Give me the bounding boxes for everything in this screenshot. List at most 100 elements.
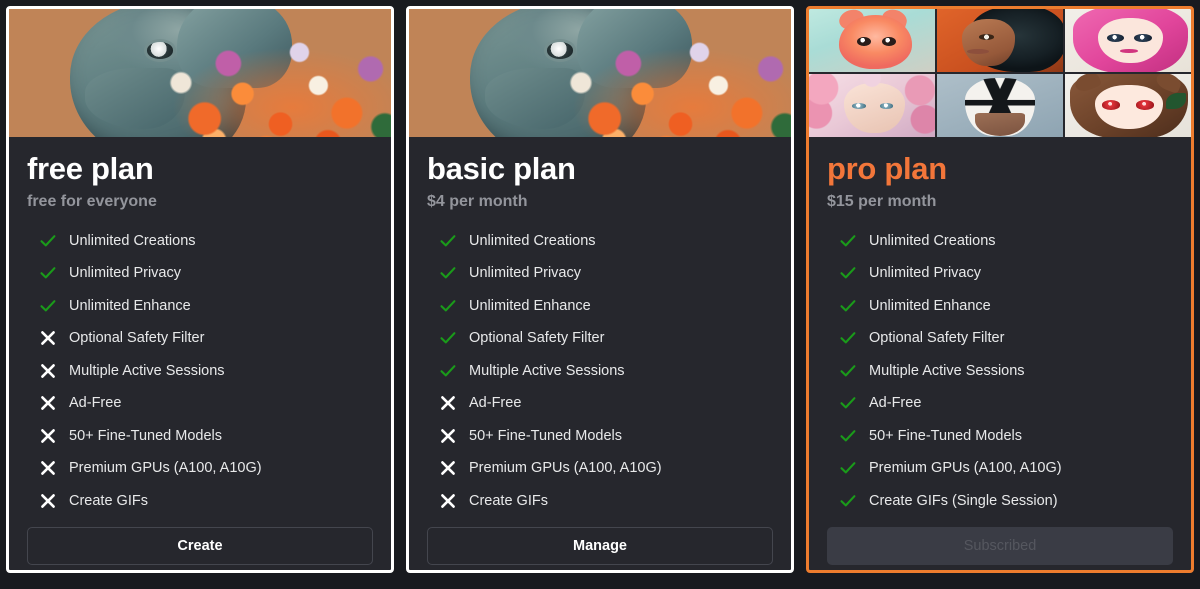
feature-item: 50+ Fine-Tuned Models — [27, 420, 373, 453]
feature-label: Ad-Free — [469, 395, 522, 412]
cross-icon — [439, 492, 457, 510]
check-icon — [439, 297, 457, 315]
feature-label: Optional Safety Filter — [69, 330, 205, 347]
feature-item: Premium GPUs (A100, A10G) — [427, 452, 773, 485]
plan-card-free: free plan free for everyone Unlimited Crea… — [6, 6, 394, 573]
feature-label: Multiple Active Sessions — [69, 362, 225, 379]
feature-label: Unlimited Creations — [469, 232, 596, 249]
cross-icon — [39, 492, 57, 510]
cross-icon — [39, 329, 57, 347]
cross-icon — [439, 427, 457, 445]
check-icon — [839, 459, 857, 477]
feature-item: 50+ Fine-Tuned Models — [827, 420, 1173, 453]
plan-card-pro: pro plan $15 per month Unlimited Creations… — [806, 6, 1194, 573]
cross-icon — [439, 394, 457, 412]
feature-label: Unlimited Enhance — [869, 297, 991, 314]
feature-item: Unlimited Creations — [827, 225, 1173, 258]
plan-price: free for everyone — [27, 192, 157, 210]
feature-label: Unlimited Privacy — [469, 265, 581, 282]
plan-card-basic: basic plan $4 per month Unlimited Creation… — [406, 6, 794, 573]
feature-item: Unlimited Privacy — [827, 257, 1173, 290]
woman-portrait-image — [937, 9, 1063, 72]
android-portrait-with-flowers-image — [409, 9, 791, 137]
feature-item: Unlimited Creations — [27, 225, 373, 258]
feature-item: Unlimited Creations — [427, 225, 773, 258]
feature-item: Unlimited Enhance — [27, 290, 373, 323]
plan-title: pro plan — [827, 151, 947, 186]
feature-item: Create GIFs — [27, 485, 373, 518]
subscribed-button: Subscribed — [827, 527, 1173, 566]
plan-title: free plan — [27, 151, 154, 186]
floral-fantasy-portrait-image — [809, 74, 935, 137]
cross-icon — [39, 362, 57, 380]
feature-label: Unlimited Creations — [69, 232, 196, 249]
feature-label: Premium GPUs (A100, A10G) — [869, 460, 1062, 477]
cross-icon — [439, 459, 457, 477]
check-icon — [839, 394, 857, 412]
check-icon — [439, 232, 457, 250]
plan-price: $4 per month — [427, 192, 528, 210]
plan-footer: Manage — [427, 517, 773, 570]
feature-label: Unlimited Privacy — [69, 265, 181, 282]
feature-label: 50+ Fine-Tuned Models — [469, 427, 623, 444]
feature-label: 50+ Fine-Tuned Models — [69, 427, 223, 444]
feature-label: Create GIFs — [469, 492, 548, 509]
feature-item: Premium GPUs (A100, A10G) — [27, 452, 373, 485]
feature-item: Multiple Active Sessions — [827, 355, 1173, 388]
check-icon — [839, 297, 857, 315]
feature-item: Multiple Active Sessions — [427, 355, 773, 388]
check-icon — [839, 232, 857, 250]
plan-footer: Create — [27, 517, 373, 570]
check-icon — [839, 362, 857, 380]
feature-item: Ad-Free — [827, 387, 1173, 420]
cross-icon — [39, 427, 57, 445]
check-icon — [439, 264, 457, 282]
feature-label: Create GIFs (Single Session) — [869, 492, 1058, 509]
feature-item: Unlimited Privacy — [27, 257, 373, 290]
check-icon — [839, 427, 857, 445]
feature-item: Ad-Free — [427, 387, 773, 420]
cross-icon — [39, 394, 57, 412]
feature-label: Unlimited Enhance — [69, 297, 191, 314]
plan-hero — [409, 9, 791, 137]
check-icon — [839, 264, 857, 282]
feature-item: Unlimited Privacy — [427, 257, 773, 290]
plan-hero — [809, 9, 1191, 137]
plan-body: basic plan $4 per month Unlimited Creation… — [409, 137, 791, 570]
feature-label: Unlimited Enhance — [469, 297, 591, 314]
feature-item: Optional Safety Filter — [827, 322, 1173, 355]
feature-label: 50+ Fine-Tuned Models — [869, 427, 1023, 444]
feature-label: Ad-Free — [869, 395, 922, 412]
manage-button[interactable]: Manage — [427, 527, 773, 566]
feature-label: Premium GPUs (A100, A10G) — [469, 460, 662, 477]
pricing-plans-container: free plan free for everyone Unlimited Crea… — [0, 0, 1200, 589]
check-icon — [839, 329, 857, 347]
feature-item: Optional Safety Filter — [427, 322, 773, 355]
feature-item: Multiple Active Sessions — [27, 355, 373, 388]
feature-item: Create GIFs — [427, 485, 773, 518]
plan-body: free plan free for everyone Unlimited Crea… — [9, 137, 391, 570]
feature-item: Ad-Free — [27, 387, 373, 420]
check-icon — [839, 492, 857, 510]
pink-cat-character-image — [809, 9, 935, 72]
plan-footer: Subscribed — [827, 517, 1173, 570]
feature-label: Multiple Active Sessions — [869, 362, 1025, 379]
feature-label: Premium GPUs (A100, A10G) — [69, 460, 262, 477]
feature-item: Premium GPUs (A100, A10G) — [827, 452, 1173, 485]
feature-label: Ad-Free — [69, 395, 122, 412]
feature-label: Optional Safety Filter — [869, 330, 1005, 347]
feature-label: Unlimited Privacy — [869, 265, 981, 282]
android-portrait-with-flowers-image — [9, 9, 391, 137]
plan-hero — [9, 9, 391, 137]
feature-label: Optional Safety Filter — [469, 330, 605, 347]
feature-label: Unlimited Creations — [869, 232, 996, 249]
feature-item: Create GIFs (Single Session) — [827, 485, 1173, 518]
plan-price: $15 per month — [827, 192, 937, 210]
masked-figure-image — [937, 74, 1063, 137]
brown-haired-anime-girl-image — [1065, 74, 1191, 137]
pink-haired-anime-girl-image — [1065, 9, 1191, 72]
feature-item: Optional Safety Filter — [27, 322, 373, 355]
check-icon — [439, 329, 457, 347]
cross-icon — [39, 459, 57, 477]
create-button[interactable]: Create — [27, 527, 373, 566]
